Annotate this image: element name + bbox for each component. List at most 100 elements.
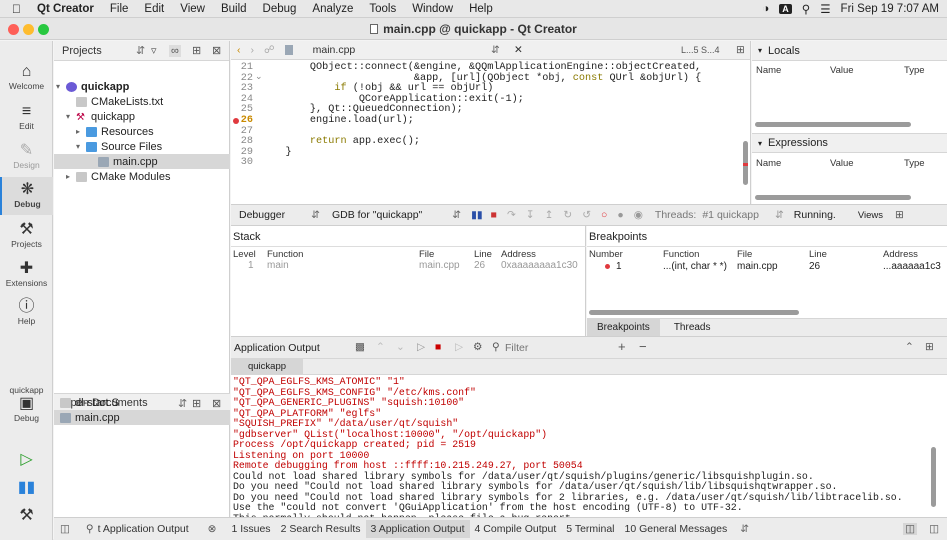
expr-col-value[interactable]: Value	[830, 158, 854, 169]
updown-icon[interactable]: ⇵	[136, 44, 145, 57]
clear-output-icon[interactable]: ▩	[355, 341, 365, 353]
updown-icon[interactable]: ⇵	[452, 209, 461, 221]
down-icon[interactable]: ⌄	[396, 341, 405, 353]
menu-file[interactable]: File	[102, 3, 137, 15]
mode-welcome[interactable]: ⌂ Welcome	[0, 63, 53, 91]
toggle-output-icon[interactable]: ◫	[903, 523, 917, 535]
tree-item-cmake-modules[interactable]: ▸ CMake Modules	[54, 169, 230, 184]
tree-item-quickapp[interactable]: ▾ ⚒ quickapp	[54, 109, 230, 124]
menu-window[interactable]: Window	[404, 3, 461, 15]
split-icon[interactable]: ⊞	[925, 341, 934, 353]
menu-view[interactable]: View	[172, 3, 213, 15]
breakpoints-scrollbar[interactable]	[589, 310, 799, 315]
locator-input[interactable]: t Application Output	[98, 523, 206, 535]
tree-item-resources[interactable]: ▸ Resources	[54, 124, 230, 139]
output-tab-application-output[interactable]: 3 Application Output	[365, 520, 470, 538]
output-tab-compile-output[interactable]: 4 Compile Output	[470, 520, 562, 538]
split-icon[interactable]: ⊞	[192, 44, 201, 57]
stack-col-address[interactable]: Address	[501, 249, 536, 260]
control-center-icon[interactable]: ☰	[820, 2, 830, 16]
menu-app-name[interactable]: Qt Creator	[29, 3, 102, 15]
link-icon[interactable]: ∞	[169, 44, 181, 57]
split-icon[interactable]: ⊞	[895, 209, 904, 221]
tree-item-source-files[interactable]: ▾ Source Files	[54, 139, 230, 154]
reverse-icon[interactable]: ↺	[582, 209, 591, 221]
locals-col-type[interactable]: Type	[904, 65, 925, 76]
output-tab-issues[interactable]: 1 Issues	[226, 520, 275, 538]
open-doc-item[interactable]: main.cpp	[54, 410, 230, 425]
locals-scrollbar[interactable]	[755, 122, 911, 127]
collapse-arrow-icon[interactable]: ▸	[76, 127, 86, 136]
zoom-window-icon[interactable]	[38, 24, 49, 35]
attach-debugger-icon[interactable]: ▷	[455, 341, 463, 353]
close-document-icon[interactable]: ✕	[514, 44, 523, 56]
interrupt-icon[interactable]: ▮▮	[471, 209, 483, 221]
tree-item-project[interactable]: ▾ quickapp	[54, 79, 230, 94]
open-doc-item[interactable]: dl-start.S	[54, 395, 230, 410]
input-source-icon[interactable]: A	[779, 3, 792, 14]
add-icon[interactable]: +	[618, 339, 626, 354]
thread-select[interactable]: #1 quickapp	[702, 209, 759, 221]
locals-header[interactable]: ▾ Locals	[752, 41, 947, 61]
toggle-sidebar-icon[interactable]: ◫	[60, 523, 70, 535]
run-button[interactable]: ▷	[0, 451, 53, 469]
expressions-header[interactable]: ▾ Expressions	[752, 133, 947, 153]
spotlight-search-icon[interactable]: ⚲	[802, 2, 810, 16]
output-tab-search-results[interactable]: 2 Search Results	[276, 520, 366, 538]
editor-file-name[interactable]: main.cpp	[313, 44, 356, 56]
fold-arrow-icon[interactable]: ⌄	[255, 71, 263, 82]
line-number[interactable]: 21	[231, 62, 253, 74]
expand-arrow-icon[interactable]: ▾	[76, 142, 86, 151]
up-icon[interactable]: ⌃	[376, 341, 385, 353]
output-scrollbar[interactable]	[931, 447, 936, 507]
expand-arrow-icon[interactable]: ▾	[66, 112, 76, 121]
mode-debug[interactable]: ❋ Debug	[0, 177, 53, 215]
toggle-right-sidebar-icon[interactable]: ◫	[929, 523, 939, 535]
expr-col-name[interactable]: Name	[756, 158, 781, 169]
lock-icon[interactable]: ☍	[264, 44, 275, 56]
menu-debug[interactable]: Debug	[255, 3, 305, 15]
kit-selector[interactable]: quickapp ▣ Debug	[0, 385, 53, 423]
start-debugging-button[interactable]: ▮▮	[0, 479, 53, 497]
camera-icon[interactable]: ◉	[634, 209, 643, 221]
restart-icon[interactable]: ↻	[563, 209, 572, 221]
views-button[interactable]: Views	[858, 210, 883, 221]
tab-quickapp-output[interactable]: quickapp	[231, 359, 303, 374]
build-button[interactable]: ⚒	[0, 507, 53, 525]
updown-icon[interactable]: ⇵	[740, 523, 749, 535]
collapse-arrow-icon[interactable]: ▾	[758, 139, 762, 148]
rerun-icon[interactable]: ▷	[417, 341, 425, 353]
minimize-window-icon[interactable]	[23, 24, 34, 35]
close-pane-icon[interactable]: ⊠	[212, 44, 221, 57]
close-window-icon[interactable]	[8, 24, 19, 35]
expand-arrow-icon[interactable]: ▾	[56, 82, 66, 91]
filter-icon[interactable]: ▿	[151, 44, 157, 57]
locals-col-name[interactable]: Name	[756, 65, 781, 76]
table-row[interactable]: 1 ...(int, char * *) main.cpp 26 ...aaaa…	[587, 261, 947, 275]
mode-edit[interactable]: ≡ Edit	[0, 103, 53, 131]
engine-select[interactable]: GDB for "quickapp"	[332, 209, 422, 221]
mode-extensions[interactable]: ✚ Extensions	[0, 260, 53, 288]
expressions-scrollbar[interactable]	[755, 195, 911, 200]
stack-col-line[interactable]: Line	[474, 249, 492, 260]
code-editor[interactable]: ‹ › ☍ main.cpp ⇵ ✕ L...5 S...4 ⊞ 21 QObj…	[231, 41, 751, 204]
collapse-arrow-icon[interactable]: ▸	[66, 172, 76, 181]
tab-threads[interactable]: Threads	[660, 319, 725, 336]
output-tab-general-messages[interactable]: 10 General Messages	[620, 520, 733, 538]
menu-analyze[interactable]: Analyze	[304, 3, 361, 15]
table-row[interactable]: 1 main main.cpp 26 0xaaaaaaaa1c30	[231, 260, 586, 274]
tree-item-cmakelists[interactable]: CMakeLists.txt	[54, 94, 230, 109]
line-number[interactable]: 30	[231, 158, 253, 169]
code-line[interactable]: engine.load(url);	[261, 115, 414, 127]
code-area[interactable]: 21 QObject::connect(&engine, &QQmlApplic…	[231, 61, 751, 204]
tab-breakpoints[interactable]: Breakpoints	[587, 319, 660, 336]
locals-col-value[interactable]: Value	[830, 65, 854, 76]
mode-design[interactable]: ✎ Design	[0, 142, 53, 170]
step-into-icon[interactable]: ↧	[526, 209, 535, 221]
updown-icon[interactable]: ⇵	[491, 44, 500, 56]
bp-col-line[interactable]: Line	[809, 249, 827, 260]
back-icon[interactable]: ‹	[237, 44, 241, 56]
bp-col-file[interactable]: File	[737, 249, 752, 260]
stack-col-file[interactable]: File	[419, 249, 434, 260]
maximize-icon[interactable]: ⌃	[905, 341, 914, 353]
